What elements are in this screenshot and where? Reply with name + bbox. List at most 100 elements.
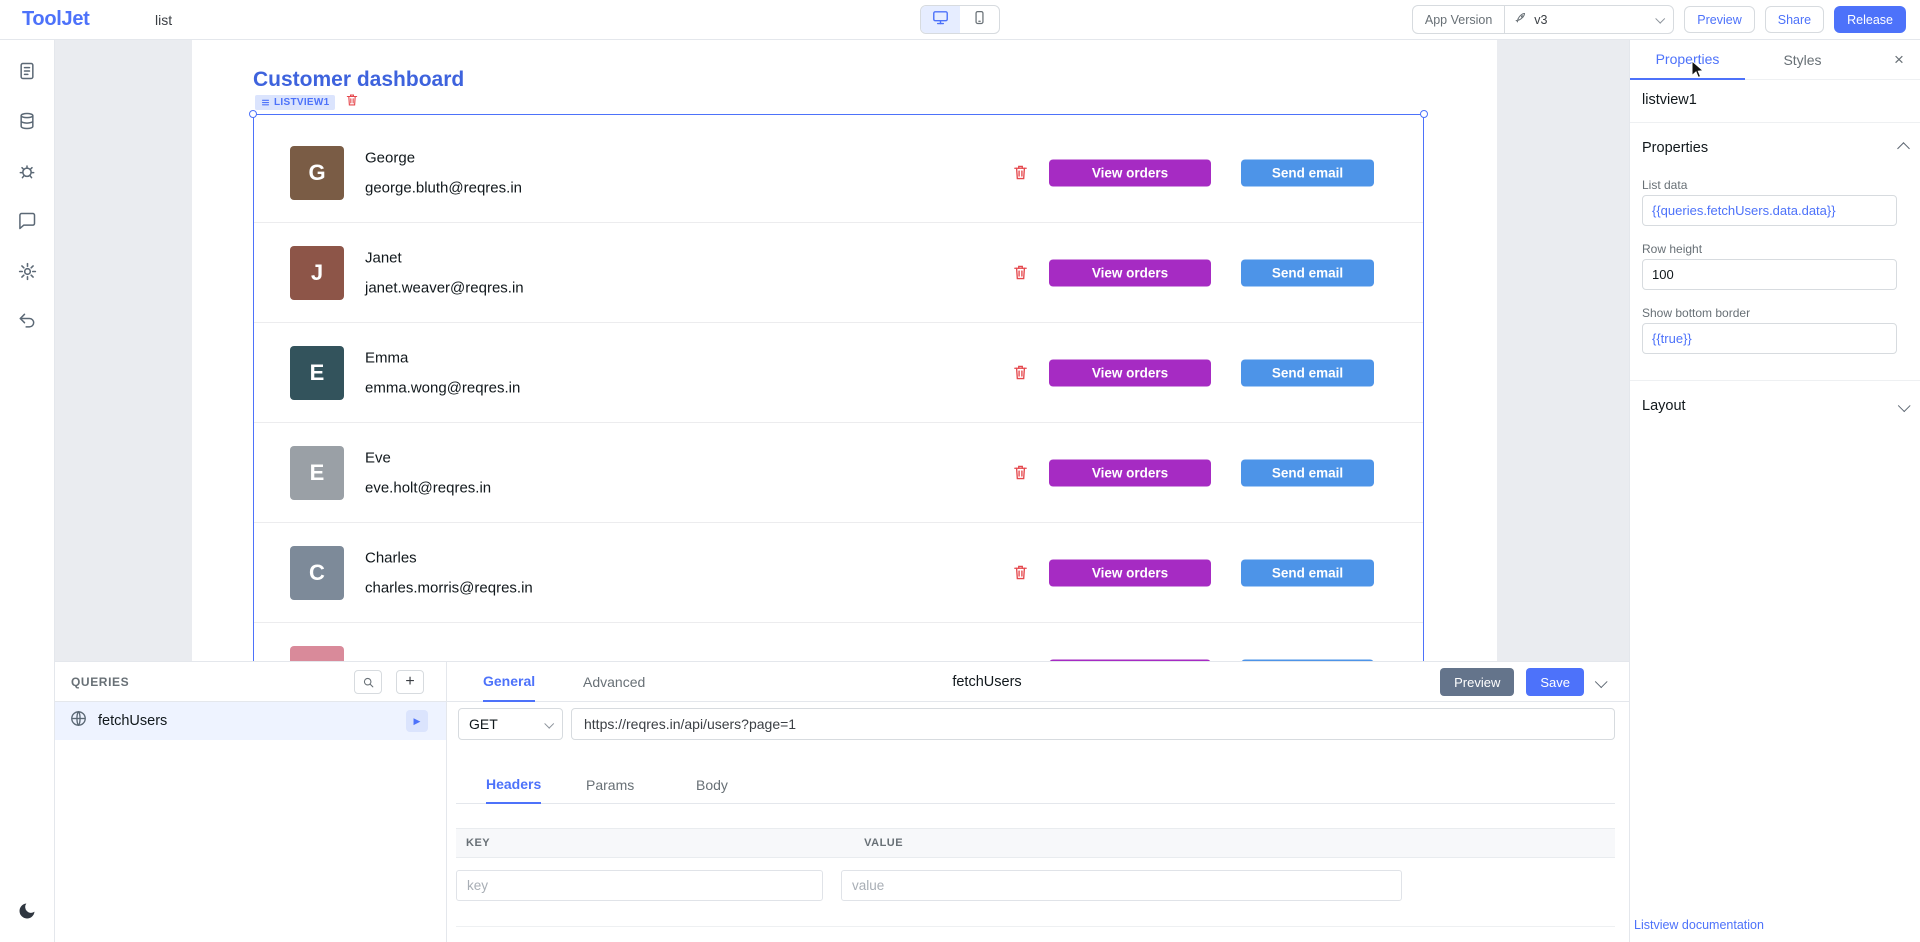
chevron-up-icon: [1897, 142, 1910, 155]
tab-params[interactable]: Params: [586, 766, 634, 804]
top-header: ToolJet list App Version v: [0, 0, 1920, 40]
row-height-input[interactable]: [1642, 259, 1897, 290]
query-list-header: QUERIES +: [55, 662, 446, 702]
monitor-icon: [932, 9, 949, 31]
mobile-toggle-button[interactable]: [960, 6, 999, 33]
bottom-border-label: Show bottom border: [1642, 306, 1750, 320]
tab-styles[interactable]: Styles: [1745, 40, 1860, 80]
left-sidebar: [0, 40, 55, 942]
request-tabs: Headers Params Body: [456, 766, 1615, 804]
query-list-pane: QUERIES + fetchUsers ▶: [55, 662, 447, 942]
tab-headers[interactable]: Headers: [486, 766, 541, 804]
user-email: george.bluth@reqres.in: [365, 179, 522, 196]
send-email-button[interactable]: Send email: [1241, 459, 1374, 486]
divider: [1630, 122, 1920, 123]
view-orders-button[interactable]: View orders: [1049, 559, 1211, 586]
preview-button[interactable]: Preview: [1684, 6, 1754, 33]
list-item: T Tracey View orders Send email: [254, 623, 1423, 661]
undo-icon[interactable]: [16, 310, 38, 332]
resize-handle-top-right[interactable]: [1420, 110, 1428, 118]
widget-badge-row: LISTVIEW1: [255, 93, 359, 112]
list-item: E Eve eve.holt@reqres.in View orders Sen…: [254, 423, 1423, 523]
tooljet-app-builder: ToolJet list App Version v: [0, 0, 1920, 942]
avatar: C: [290, 546, 344, 600]
app-version-control: App Version v3: [1412, 5, 1674, 34]
send-email-button[interactable]: Send email: [1241, 359, 1374, 386]
pages-icon[interactable]: [16, 60, 38, 82]
delete-row-icon[interactable]: [1009, 462, 1031, 484]
row-height-label: Row height: [1642, 242, 1702, 256]
kv-input-row: [456, 870, 1615, 901]
tooljet-logo[interactable]: ToolJet: [22, 8, 90, 31]
request-row: GET: [458, 708, 1615, 741]
desktop-toggle-button[interactable]: [921, 6, 960, 33]
header-value-input[interactable]: [841, 870, 1402, 901]
view-orders-button[interactable]: View orders: [1049, 159, 1211, 186]
inspector-panel: Properties Styles × listview1 Properties…: [1629, 40, 1920, 942]
release-button[interactable]: Release: [1834, 6, 1906, 33]
user-info: Eve eve.holt@reqres.in: [365, 449, 491, 496]
avatar: J: [290, 246, 344, 300]
user-email: janet.weaver@reqres.in: [365, 279, 524, 296]
list-data-input[interactable]: [1642, 195, 1897, 226]
delete-row-icon[interactable]: [1009, 162, 1031, 184]
query-save-button[interactable]: Save: [1526, 668, 1584, 696]
app-version-label: App Version: [1413, 6, 1505, 33]
delete-row-icon[interactable]: [1009, 562, 1031, 584]
tab-properties[interactable]: Properties: [1630, 40, 1745, 80]
collapse-panel-icon[interactable]: [1595, 675, 1608, 688]
view-orders-button[interactable]: View orders: [1049, 359, 1211, 386]
bottom-border-input[interactable]: [1642, 323, 1897, 354]
tab-general[interactable]: General: [483, 662, 535, 702]
delete-widget-icon[interactable]: [345, 93, 359, 112]
layout-section-header[interactable]: Layout: [1642, 398, 1908, 414]
list-item: E Emma emma.wong@reqres.in View orders S…: [254, 323, 1423, 423]
query-preview-button[interactable]: Preview: [1440, 668, 1514, 696]
send-email-button[interactable]: Send email: [1241, 259, 1374, 286]
run-query-button[interactable]: ▶: [406, 710, 428, 732]
settings-icon[interactable]: [16, 260, 38, 282]
send-email-button[interactable]: Send email: [1241, 559, 1374, 586]
url-input[interactable]: [571, 708, 1615, 740]
share-button[interactable]: Share: [1765, 6, 1824, 33]
view-orders-button[interactable]: View orders: [1049, 259, 1211, 286]
listview-documentation-link[interactable]: Listview documentation: [1634, 918, 1764, 932]
view-orders-button[interactable]: View orders: [1049, 459, 1211, 486]
user-name: George: [365, 149, 522, 166]
search-queries-button[interactable]: [354, 670, 382, 694]
version-select[interactable]: v3: [1505, 6, 1673, 33]
delete-row-icon[interactable]: [1009, 362, 1031, 384]
tab-advanced[interactable]: Advanced: [583, 662, 645, 702]
add-query-button[interactable]: +: [396, 670, 424, 694]
user-name: Eve: [365, 449, 491, 466]
user-email: emma.wong@reqres.in: [365, 379, 520, 396]
send-email-button[interactable]: Send email: [1241, 159, 1374, 186]
query-list-item[interactable]: fetchUsers ▶: [55, 702, 446, 740]
listview-widget[interactable]: G George george.bluth@reqres.in View ord…: [253, 114, 1424, 661]
method-value: GET: [469, 716, 498, 732]
listview-icon: [261, 98, 270, 107]
avatar: G: [290, 146, 344, 200]
close-icon[interactable]: ×: [1888, 49, 1910, 71]
value-column-header: VALUE: [864, 837, 903, 849]
inspector-tabs: Properties Styles ×: [1630, 40, 1920, 80]
method-select[interactable]: GET: [458, 708, 563, 740]
delete-row-icon[interactable]: [1009, 262, 1031, 284]
user-info: Janet janet.weaver@reqres.in: [365, 249, 524, 296]
dark-mode-toggle[interactable]: [16, 902, 38, 924]
query-actions: Preview Save: [1440, 668, 1605, 696]
resize-handle-top-left[interactable]: [249, 110, 257, 118]
header-key-input[interactable]: [456, 870, 823, 901]
database-icon[interactable]: [16, 110, 38, 132]
key-column-header: KEY: [466, 837, 490, 849]
app-name[interactable]: list: [155, 12, 172, 28]
avatar: T: [290, 646, 344, 661]
chevron-down-icon: [1656, 14, 1666, 24]
tab-body[interactable]: Body: [696, 766, 728, 804]
chevron-down-icon: [1898, 399, 1911, 412]
debugger-icon[interactable]: [16, 160, 38, 182]
moon-icon: [17, 901, 37, 926]
properties-section-header[interactable]: Properties: [1642, 140, 1908, 156]
query-editor-tabs: General Advanced fetchUsers Preview Save: [447, 662, 1629, 702]
comments-icon[interactable]: [16, 210, 38, 232]
